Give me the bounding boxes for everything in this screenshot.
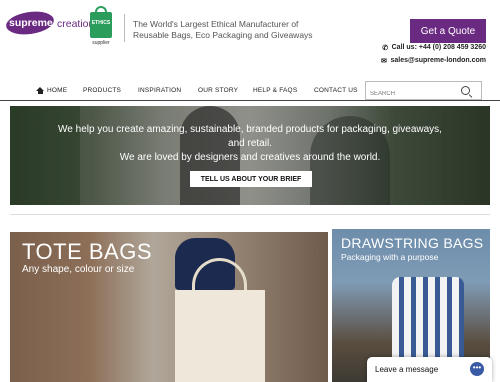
nav-item-home[interactable]: HOME bbox=[36, 87, 67, 94]
section-divider bbox=[10, 214, 490, 215]
tote-bags-tile[interactable]: TOTE BAGS Any shape, colour or size bbox=[10, 232, 328, 382]
search-icon[interactable] bbox=[461, 86, 470, 95]
logo-word-supreme: supreme bbox=[9, 17, 53, 29]
logo[interactable]: supreme creations bbox=[4, 8, 100, 39]
nav-item-our-story[interactable]: OUR STORY bbox=[198, 87, 238, 94]
phone-icon: ✆ bbox=[382, 44, 389, 52]
nav-item-label: HOME bbox=[47, 87, 68, 94]
chat-widget[interactable]: Leave a message ••• bbox=[367, 357, 492, 382]
tagline: The World's Largest Ethical Manufacturer… bbox=[133, 19, 313, 40]
tile-title: TOTE BAGS bbox=[22, 239, 153, 264]
nav-item-contact-us[interactable]: CONTACT US bbox=[314, 87, 358, 94]
envelope-icon: ✉ bbox=[381, 57, 387, 65]
header-divider bbox=[124, 14, 125, 42]
hero-line-2: and retail. bbox=[228, 138, 272, 149]
hero-banner: We help you create amazing, sustainable,… bbox=[10, 106, 490, 205]
email-address: sales@supreme-london.com bbox=[390, 57, 486, 64]
tile-subtitle: Any shape, colour or size bbox=[22, 264, 135, 275]
home-icon bbox=[36, 87, 44, 94]
ethics-supplier-badge: ETHICS supplier bbox=[88, 4, 114, 46]
ethics-label: ETHICS bbox=[91, 20, 111, 26]
nav-item-products[interactable]: PRODUCTS bbox=[83, 87, 121, 94]
phone-number: Call us: +44 (0) 208 459 3260 bbox=[391, 44, 486, 51]
hero-text: We help you create amazing, sustainable,… bbox=[10, 123, 490, 165]
hero-line-3: We are loved by designers and creatives … bbox=[119, 152, 381, 163]
ethics-sub-label: supplier bbox=[92, 40, 110, 46]
chat-label: Leave a message bbox=[375, 365, 439, 374]
email-contact[interactable]: ✉ sales@supreme-london.com bbox=[380, 57, 486, 65]
get-a-quote-button[interactable]: Get a Quote bbox=[410, 19, 486, 43]
tell-us-about-your-brief-button[interactable]: TELL US ABOUT YOUR BRIEF bbox=[190, 171, 312, 187]
nav-divider bbox=[0, 100, 500, 101]
main-nav: HOME PRODUCTS INSPIRATION OUR STORY HELP… bbox=[0, 80, 500, 103]
nav-item-inspiration[interactable]: INSPIRATION bbox=[138, 87, 181, 94]
chat-icon[interactable]: ••• bbox=[470, 362, 484, 376]
hero-line-1: We help you create amazing, sustainable,… bbox=[58, 124, 442, 135]
tote-bag-image bbox=[175, 290, 265, 382]
tile-subtitle: Packaging with a purpose bbox=[341, 252, 439, 262]
search-box bbox=[365, 81, 482, 103]
tile-title: DRAWSTRING BAGS bbox=[341, 235, 484, 251]
nav-item-help-faqs[interactable]: HELP & FAQS bbox=[253, 87, 297, 94]
phone-contact[interactable]: ✆ Call us: +44 (0) 208 459 3260 bbox=[382, 44, 486, 52]
